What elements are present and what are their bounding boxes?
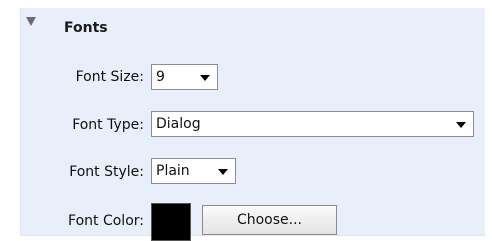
collapse-triangle-icon[interactable]	[26, 17, 36, 26]
font-color-swatch[interactable]	[151, 203, 191, 241]
font-type-label: Font Type:	[72, 117, 144, 133]
fonts-panel: Fonts Font Size: 9 Font Type: Dialog Fon…	[20, 8, 485, 241]
choose-color-button[interactable]: Choose...	[202, 205, 337, 235]
font-style-value: Plain	[156, 163, 190, 179]
fonts-section-header[interactable]: Fonts	[21, 8, 485, 48]
font-type-value: Dialog	[156, 116, 201, 132]
font-size-label: Font Size:	[75, 69, 144, 85]
font-style-label: Font Style:	[69, 164, 144, 180]
dropdown-arrow-icon	[218, 169, 228, 175]
font-size-value: 9	[156, 69, 165, 85]
font-style-select[interactable]: Plain	[151, 158, 236, 184]
dropdown-arrow-icon	[456, 122, 466, 128]
font-size-select[interactable]: 9	[151, 64, 218, 90]
font-color-label: Font Color:	[68, 213, 144, 229]
section-title: Fonts	[64, 20, 108, 36]
dropdown-arrow-icon	[200, 75, 210, 81]
font-type-select[interactable]: Dialog	[151, 111, 474, 137]
